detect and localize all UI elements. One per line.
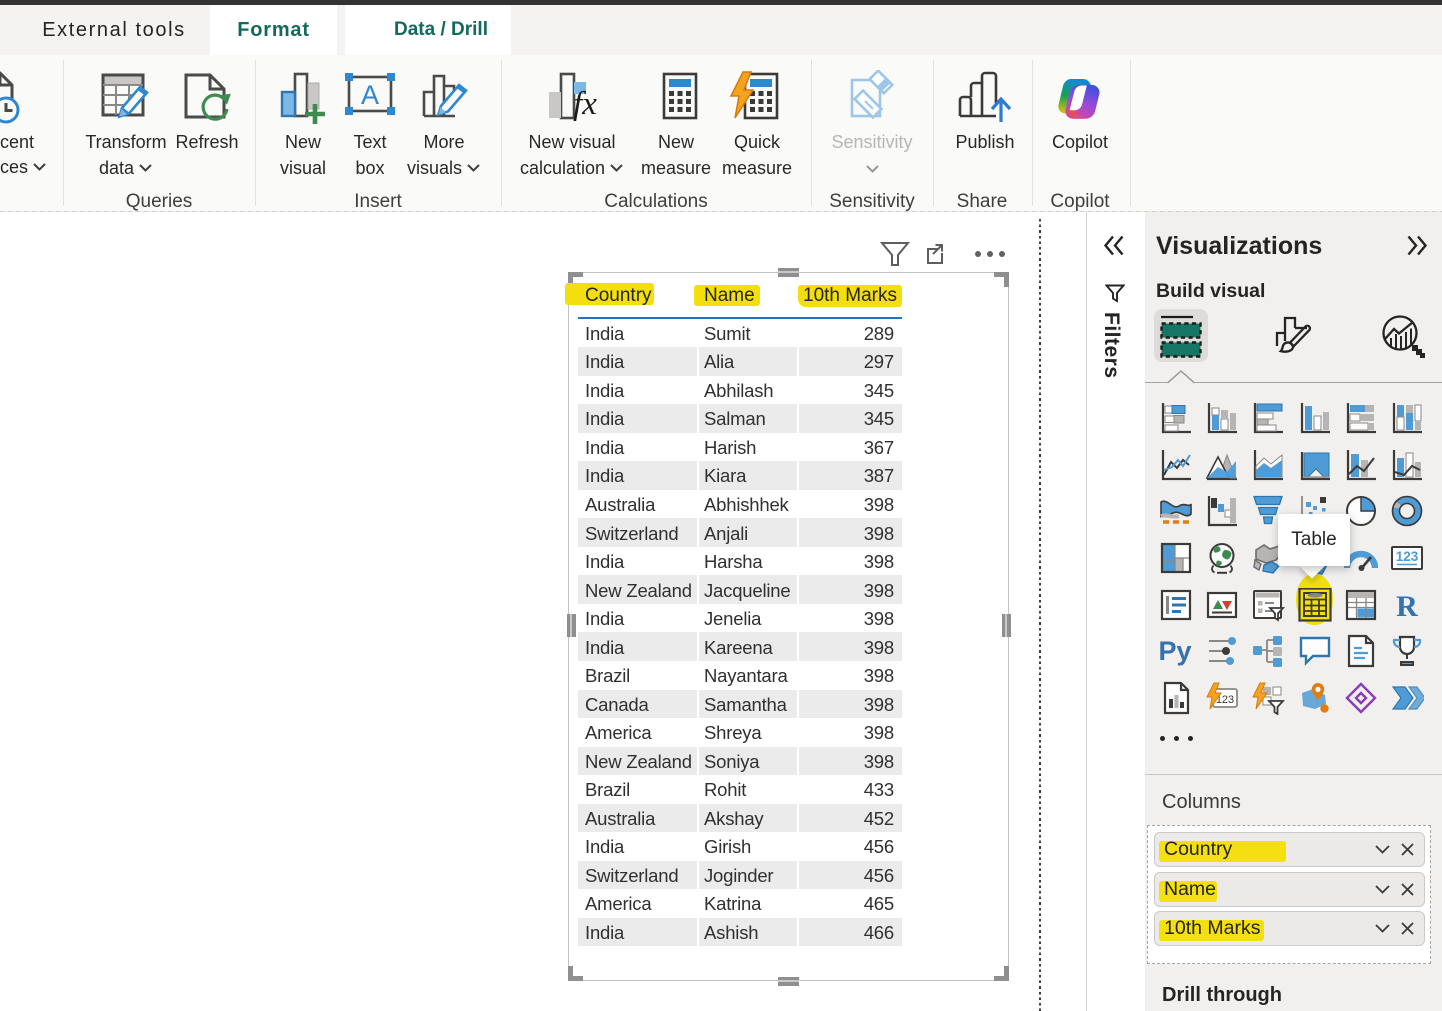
svg-text:R: R (1396, 590, 1418, 622)
svg-text:fx: fx (573, 86, 597, 122)
svg-text:Py: Py (1159, 636, 1192, 666)
svg-text:A: A (361, 80, 379, 110)
svg-text:123: 123 (1396, 549, 1419, 564)
